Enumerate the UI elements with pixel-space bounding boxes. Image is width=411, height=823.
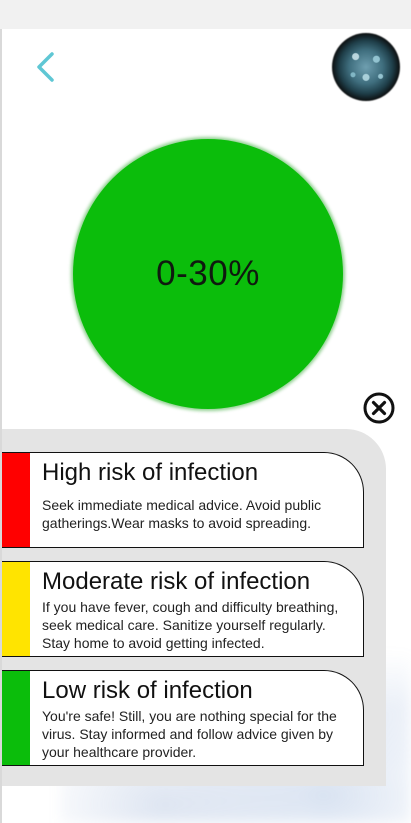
status-bar	[0, 0, 411, 29]
risk-card-low: Low risk of infection You're safe! Still…	[2, 670, 364, 766]
risk-description-low: You're safe! Still, you are nothing spec…	[42, 708, 337, 760]
risk-color-bar-low	[2, 671, 30, 765]
risk-description-high: Seek immediate medical advice. Avoid pub…	[42, 497, 322, 531]
risk-description-moderate: If you have fever, cough and difficulty …	[42, 599, 339, 651]
risk-card-moderate: Moderate risk of infection If you have f…	[2, 561, 364, 657]
chevron-left-icon	[37, 52, 54, 82]
risk-percentage: 0-30%	[156, 254, 260, 293]
close-circle-icon	[363, 392, 395, 424]
risk-title-high: High risk of infection	[42, 459, 259, 486]
virus-image-detail	[340, 41, 392, 93]
close-button[interactable]	[362, 391, 396, 425]
back-button[interactable]	[28, 46, 68, 88]
risk-card-high: High risk of infection Seek immediate me…	[2, 452, 364, 548]
risk-title-moderate: Moderate risk of infection	[42, 568, 311, 595]
risk-color-bar-moderate	[2, 562, 30, 656]
risk-title-low: Low risk of infection	[42, 677, 253, 704]
risk-color-bar-high	[2, 453, 30, 547]
